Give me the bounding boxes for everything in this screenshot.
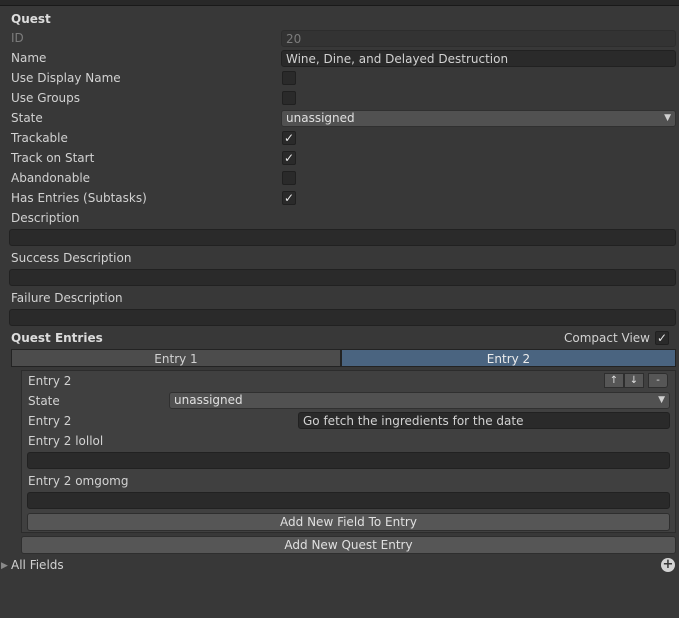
dropdown-arrow-icon: ▼ bbox=[664, 113, 671, 123]
description-field[interactable] bbox=[9, 229, 676, 246]
failure-description-label: Failure Description bbox=[11, 291, 123, 305]
entry-state-value: unassigned bbox=[174, 393, 243, 407]
add-field-to-entry-button[interactable]: Add New Field To Entry bbox=[27, 513, 670, 531]
track-on-start-checkbox[interactable]: ✓ bbox=[282, 151, 296, 165]
entry-title: Entry 2 bbox=[28, 374, 72, 388]
trackable-label: Trackable bbox=[11, 131, 68, 145]
move-down-button[interactable]: ↓ bbox=[624, 373, 644, 388]
tab-entry-2[interactable]: Entry 2 bbox=[341, 349, 676, 367]
entry-state-label: State bbox=[28, 394, 60, 408]
state-dropdown-value: unassigned bbox=[286, 111, 355, 125]
has-entries-checkbox[interactable]: ✓ bbox=[282, 191, 296, 205]
top-toolbar-edge bbox=[0, 0, 679, 6]
use-groups-checkbox[interactable] bbox=[282, 91, 296, 105]
success-description-field[interactable] bbox=[9, 269, 676, 286]
entry-field1-label: Entry 2 lollol bbox=[28, 434, 104, 448]
entry-field1-input[interactable] bbox=[27, 452, 670, 469]
add-field-icon[interactable]: + bbox=[661, 558, 675, 572]
section-title-quest: Quest bbox=[11, 12, 51, 26]
entry-state-dropdown[interactable]: unassigned ▼ bbox=[169, 392, 670, 409]
abandonable-checkbox[interactable] bbox=[282, 171, 296, 185]
entry-field2-label: Entry 2 omgomg bbox=[28, 474, 129, 488]
trackable-checkbox[interactable]: ✓ bbox=[282, 131, 296, 145]
id-field: 20 bbox=[281, 30, 676, 47]
name-label: Name bbox=[11, 51, 47, 65]
failure-description-field[interactable] bbox=[9, 309, 676, 326]
description-label: Description bbox=[11, 211, 80, 225]
checkmark-icon: ✓ bbox=[283, 131, 295, 145]
use-groups-label: Use Groups bbox=[11, 91, 81, 105]
arrow-up-icon: ↑ bbox=[609, 375, 619, 386]
track-on-start-label: Track on Start bbox=[11, 151, 95, 165]
compact-view-label: Compact View bbox=[564, 331, 650, 345]
id-label: ID bbox=[11, 31, 24, 45]
minus-icon: - bbox=[656, 375, 660, 386]
quest-entries-title: Quest Entries bbox=[11, 331, 103, 345]
dropdown-arrow-icon: ▼ bbox=[658, 395, 665, 405]
use-display-name-checkbox[interactable] bbox=[282, 71, 296, 85]
has-entries-label: Has Entries (Subtasks) bbox=[11, 191, 147, 205]
checkmark-icon: ✓ bbox=[656, 331, 668, 345]
success-description-label: Success Description bbox=[11, 251, 132, 265]
compact-view-checkbox[interactable]: ✓ bbox=[655, 331, 669, 345]
state-label: State bbox=[11, 111, 43, 125]
entry-field2-input[interactable] bbox=[27, 492, 670, 509]
entry-text-field[interactable]: Go fetch the ingredients for the date bbox=[298, 412, 670, 429]
add-quest-entry-button[interactable]: Add New Quest Entry bbox=[21, 536, 676, 554]
entry-text-label: Entry 2 bbox=[28, 414, 72, 428]
foldout-arrow-icon[interactable]: ▶ bbox=[1, 559, 8, 573]
all-fields-foldout[interactable]: All Fields bbox=[11, 557, 64, 573]
state-dropdown[interactable]: unassigned ▼ bbox=[281, 110, 676, 127]
arrow-down-icon: ↓ bbox=[629, 375, 639, 386]
tab-entry-1[interactable]: Entry 1 bbox=[11, 349, 341, 367]
move-up-button[interactable]: ↑ bbox=[604, 373, 624, 388]
remove-entry-button[interactable]: - bbox=[648, 373, 668, 388]
checkmark-icon: ✓ bbox=[283, 191, 295, 205]
checkmark-icon: ✓ bbox=[283, 151, 295, 165]
use-display-name-label: Use Display Name bbox=[11, 71, 121, 85]
name-field[interactable]: Wine, Dine, and Delayed Destruction bbox=[281, 50, 676, 67]
abandonable-label: Abandonable bbox=[11, 171, 91, 185]
